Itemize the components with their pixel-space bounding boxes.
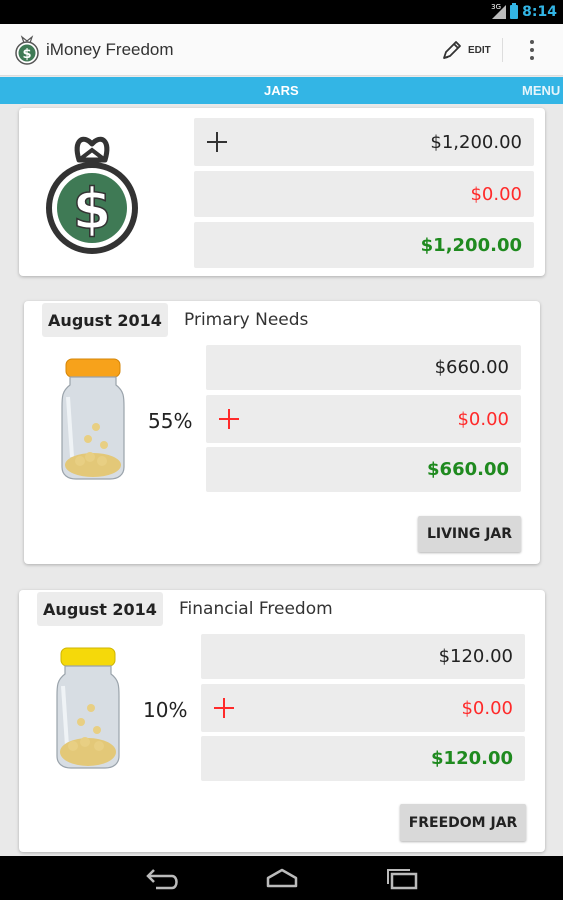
svg-text:$: $ xyxy=(22,47,31,62)
app-logo-icon: $ xyxy=(15,35,39,65)
spent-value: $0.00 xyxy=(470,183,522,205)
system-nav-bar xyxy=(0,856,563,900)
jar-allocated-row: $120.00 xyxy=(201,634,525,679)
svg-text:$: $ xyxy=(73,177,112,242)
freedom-jar-button[interactable]: FREEDOM JAR xyxy=(400,804,526,841)
status-bar: 3G 8:14 xyxy=(0,0,563,24)
jar-balance-value: $120.00 xyxy=(431,748,513,769)
jar-spent-value: $0.00 xyxy=(461,697,513,719)
tab-menu[interactable]: MENU xyxy=(522,83,560,98)
overflow-menu-icon[interactable] xyxy=(524,38,540,62)
jar-icon xyxy=(56,647,120,769)
jar-balance-row: $120.00 xyxy=(201,736,525,781)
edit-button[interactable]: EDIT xyxy=(440,36,491,64)
jar-spent-value: $0.00 xyxy=(457,408,509,430)
tab-bar: JARS MENU xyxy=(0,77,563,104)
income-row[interactable]: $1,200.00 xyxy=(194,118,534,166)
summary-card: $ $1,200.00 $0.00 $1,200.00 xyxy=(19,108,545,276)
signal-icon: 3G xyxy=(491,3,507,19)
battery-icon xyxy=(510,3,519,19)
living-jar-button[interactable]: LIVING JAR xyxy=(418,516,521,552)
jar-date: August 2014 xyxy=(37,592,163,626)
network-type-label: 3G xyxy=(491,3,502,11)
jar-allocated-value: $660.00 xyxy=(434,357,509,378)
clock: 8:14 xyxy=(522,4,557,20)
recent-apps-icon[interactable] xyxy=(382,864,422,892)
edit-label: EDIT xyxy=(468,44,491,56)
jar-icon xyxy=(61,358,125,480)
income-value: $1,200.00 xyxy=(430,131,522,153)
jar-percent: 55% xyxy=(148,409,193,433)
jar-card: August 2014 Financial Freedom 10% $120.0… xyxy=(19,590,545,852)
jar-card: August 2014 Primary Needs 55% $660.00 $0… xyxy=(24,301,540,564)
jar-balance-value: $660.00 xyxy=(427,459,509,480)
action-bar: $ iMoney Freedom EDIT xyxy=(0,24,563,76)
jar-name: Financial Freedom xyxy=(179,599,333,619)
plus-icon[interactable] xyxy=(213,697,235,719)
action-divider xyxy=(502,38,503,62)
jar-name: Primary Needs xyxy=(184,310,309,330)
pencil-icon xyxy=(443,41,461,59)
plus-icon[interactable] xyxy=(218,408,240,430)
jar-percent: 10% xyxy=(143,698,188,722)
jar-balance-row: $660.00 xyxy=(206,447,521,492)
plus-icon[interactable] xyxy=(206,131,228,153)
balance-row: $1,200.00 xyxy=(194,222,534,268)
back-icon[interactable] xyxy=(142,864,182,892)
jar-spent-row[interactable]: $0.00 xyxy=(206,395,521,443)
money-bag-icon: $ xyxy=(46,136,138,254)
jar-allocated-row: $660.00 xyxy=(206,345,521,390)
home-icon[interactable] xyxy=(262,864,302,892)
tab-jars[interactable]: JARS xyxy=(264,83,299,98)
app-title: iMoney Freedom xyxy=(46,40,174,59)
jar-spent-row[interactable]: $0.00 xyxy=(201,684,525,732)
jar-date: August 2014 xyxy=(42,303,168,337)
jar-allocated-value: $120.00 xyxy=(438,646,513,667)
spent-row[interactable]: $0.00 xyxy=(194,171,534,217)
balance-value: $1,200.00 xyxy=(420,234,522,256)
